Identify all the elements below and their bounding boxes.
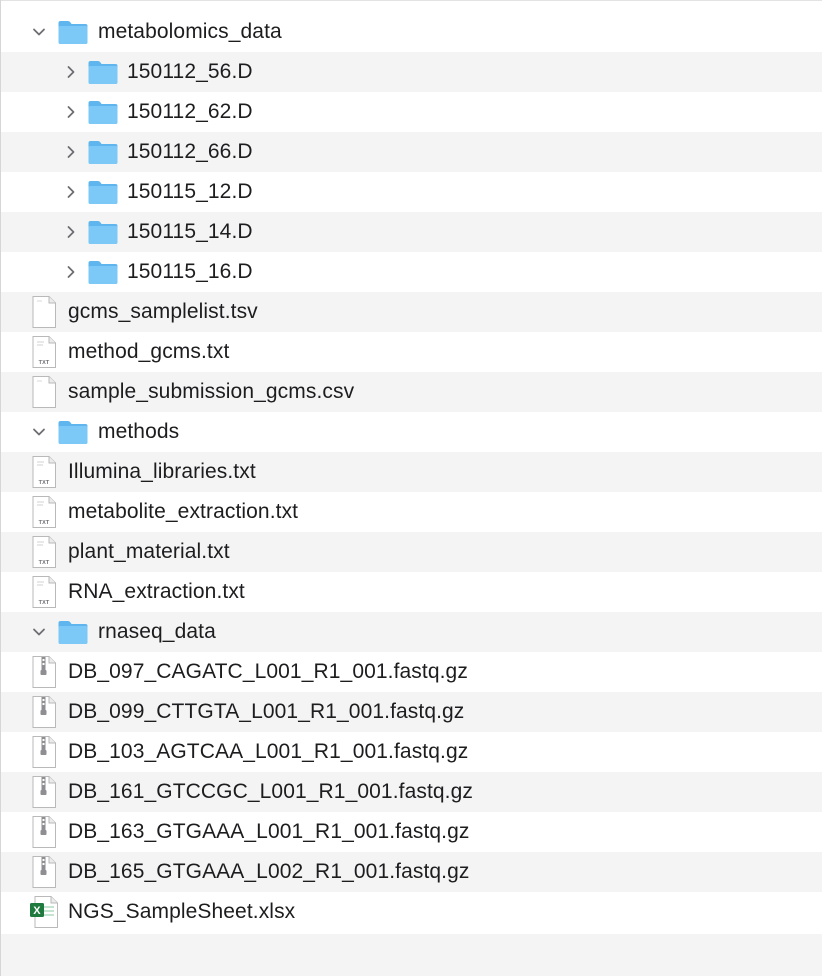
folder-name: 150115_12.D — [127, 180, 253, 203]
folder-row[interactable]: 150115_12.D — [1, 172, 822, 212]
file-name: RNA_extraction.txt — [68, 580, 245, 603]
folder-row[interactable]: 150115_16.D — [1, 252, 822, 292]
list-top-edge — [1, 0, 822, 12]
file-row[interactable]: X NGS_SampleSheet.xlsx — [1, 892, 822, 932]
chevron-right-icon[interactable] — [60, 261, 82, 283]
file-name: NGS_SampleSheet.xlsx — [68, 900, 296, 923]
archive-icon — [28, 695, 60, 729]
chevron-right-icon[interactable] — [60, 101, 82, 123]
archive-icon — [28, 775, 60, 809]
file-name: DB_163_GTGAAA_L001_R1_001.fastq.gz — [68, 820, 470, 843]
folder-name: metabolomics_data — [98, 20, 282, 43]
document-icon — [28, 295, 60, 329]
file-name: method_gcms.txt — [68, 340, 230, 363]
svg-text:TXT: TXT — [39, 600, 50, 606]
file-name: DB_097_CAGATC_L001_R1_001.fastq.gz — [68, 660, 468, 683]
file-row[interactable]: TXT method_gcms.txt — [1, 332, 822, 372]
file-row[interactable]: TXT metabolite_extraction.txt — [1, 492, 822, 532]
chevron-right-icon[interactable] — [60, 141, 82, 163]
file-list: metabolomics_data 150112_56.D 150112_62.D 1… — [1, 12, 822, 932]
file-name: Illumina_libraries.txt — [68, 460, 256, 483]
text-document-icon: TXT — [28, 575, 60, 609]
folder-icon — [57, 619, 89, 645]
archive-icon — [28, 735, 60, 769]
folder-name: 150115_14.D — [127, 220, 253, 243]
file-row[interactable]: DB_163_GTGAAA_L001_R1_001.fastq.gz — [1, 812, 822, 852]
svg-text:TXT: TXT — [39, 560, 50, 566]
folder-name: 150112_62.D — [127, 100, 253, 123]
folder-icon — [57, 419, 89, 445]
folder-name: methods — [98, 420, 180, 443]
chevron-right-icon[interactable] — [60, 61, 82, 83]
file-name: DB_161_GTCCGC_L001_R1_001.fastq.gz — [68, 780, 473, 803]
chevron-down-icon[interactable] — [28, 421, 50, 443]
folder-icon — [57, 19, 89, 45]
chevron-down-icon[interactable] — [28, 621, 50, 643]
file-name: sample_submission_gcms.csv — [68, 380, 355, 403]
folder-row[interactable]: methods — [1, 412, 822, 452]
folder-icon — [87, 139, 119, 165]
folder-row[interactable]: 150115_14.D — [1, 212, 822, 252]
folder-name: 150115_16.D — [127, 260, 253, 283]
chevron-right-icon[interactable] — [60, 181, 82, 203]
folder-row[interactable]: 150112_66.D — [1, 132, 822, 172]
text-document-icon: TXT — [28, 335, 60, 369]
file-row[interactable]: DB_165_GTGAAA_L002_R1_001.fastq.gz — [1, 852, 822, 892]
file-row[interactable]: DB_097_CAGATC_L001_R1_001.fastq.gz — [1, 652, 822, 692]
finder-window: metabolomics_data 150112_56.D 150112_62.D 1… — [0, 0, 822, 976]
file-name: DB_165_GTGAAA_L002_R1_001.fastq.gz — [68, 860, 470, 883]
folder-row[interactable]: 150112_56.D — [1, 52, 822, 92]
file-name: DB_099_CTTGTA_L001_R1_001.fastq.gz — [68, 700, 465, 723]
file-row[interactable]: DB_099_CTTGTA_L001_R1_001.fastq.gz — [1, 692, 822, 732]
text-document-icon: TXT — [28, 535, 60, 569]
text-document-icon: TXT — [28, 455, 60, 489]
folder-name: 150112_56.D — [127, 60, 253, 83]
svg-text:TXT: TXT — [39, 520, 50, 526]
file-row[interactable]: gcms_samplelist.tsv — [1, 292, 822, 332]
folder-row[interactable]: 150112_62.D — [1, 92, 822, 132]
file-row[interactable]: sample_submission_gcms.csv — [1, 372, 822, 412]
svg-text:TXT: TXT — [39, 360, 50, 366]
folder-icon — [87, 99, 119, 125]
document-icon — [28, 375, 60, 409]
archive-icon — [28, 855, 60, 889]
svg-text:X: X — [33, 905, 41, 917]
folder-icon — [87, 259, 119, 285]
file-name: plant_material.txt — [68, 540, 230, 563]
folder-row[interactable]: metabolomics_data — [1, 12, 822, 52]
empty-stripe — [1, 934, 822, 976]
folder-name: rnaseq_data — [98, 620, 216, 643]
archive-icon — [28, 815, 60, 849]
file-name: DB_103_AGTCAA_L001_R1_001.fastq.gz — [68, 740, 469, 763]
folder-icon — [87, 179, 119, 205]
file-row[interactable]: TXT RNA_extraction.txt — [1, 572, 822, 612]
file-name: metabolite_extraction.txt — [68, 500, 299, 523]
excel-icon: X — [28, 895, 60, 929]
archive-icon — [28, 655, 60, 689]
folder-row[interactable]: rnaseq_data — [1, 612, 822, 652]
chevron-down-icon[interactable] — [28, 21, 50, 43]
folder-name: 150112_66.D — [127, 140, 253, 163]
svg-text:TXT: TXT — [39, 480, 50, 486]
text-document-icon: TXT — [28, 495, 60, 529]
folder-icon — [87, 219, 119, 245]
file-row[interactable]: TXT Illumina_libraries.txt — [1, 452, 822, 492]
file-row[interactable]: DB_161_GTCCGC_L001_R1_001.fastq.gz — [1, 772, 822, 812]
folder-icon — [87, 59, 119, 85]
file-row[interactable]: DB_103_AGTCAA_L001_R1_001.fastq.gz — [1, 732, 822, 772]
file-row[interactable]: TXT plant_material.txt — [1, 532, 822, 572]
chevron-right-icon[interactable] — [60, 221, 82, 243]
file-name: gcms_samplelist.tsv — [68, 300, 258, 323]
